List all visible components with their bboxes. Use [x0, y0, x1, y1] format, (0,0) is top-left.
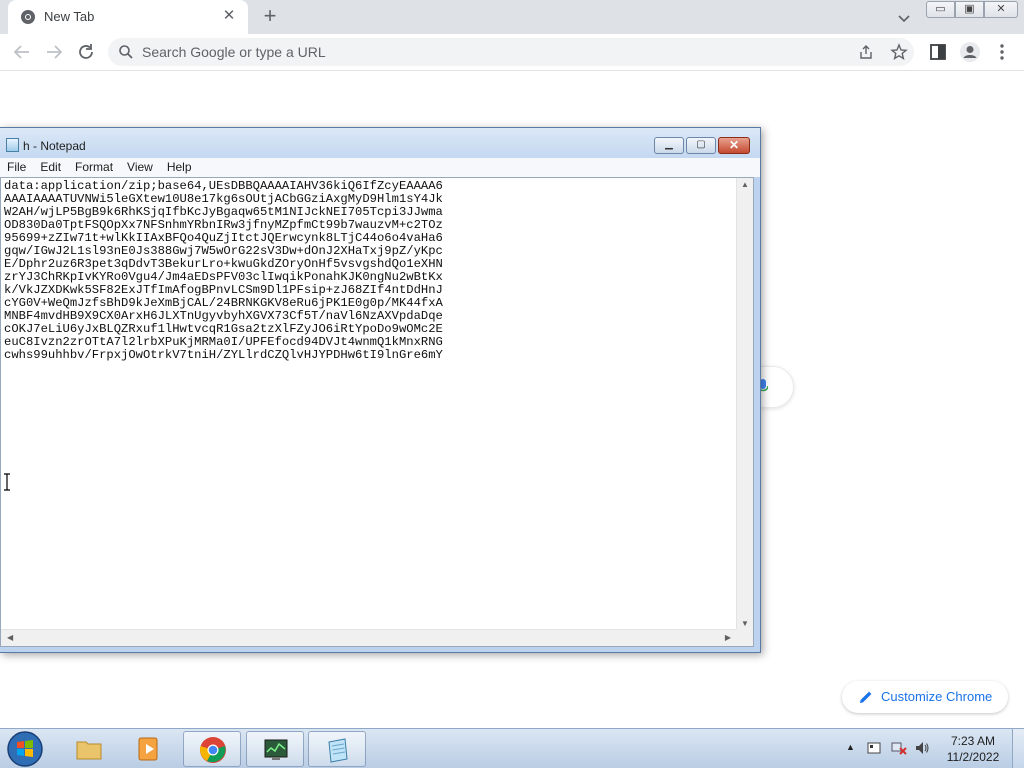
menu-edit[interactable]: Edit: [33, 158, 68, 177]
menu-help[interactable]: Help: [160, 158, 199, 177]
notepad-minimize-button[interactable]: ▁: [654, 137, 684, 154]
chrome-icon: [21, 10, 35, 24]
close-button[interactable]: ✕: [984, 1, 1018, 18]
taskbar-media-player[interactable]: [120, 731, 178, 767]
search-icon: [119, 45, 133, 59]
tab-strip: New Tab ✕ + ▭ ▣ ✕: [0, 0, 1024, 34]
more-menu-icon[interactable]: [990, 40, 1014, 64]
notepad-text-content[interactable]: data:application/zip;base64,UEsDBBQAAAAI…: [4, 180, 737, 628]
notepad-edit-area[interactable]: data:application/zip;base64,UEsDBBQAAAAI…: [0, 177, 754, 647]
profile-avatar-icon[interactable]: [958, 40, 982, 64]
clock-date: 11/2/2022: [946, 750, 1000, 764]
minimize-button[interactable]: ▭: [926, 1, 955, 18]
tab-close-icon[interactable]: ✕: [220, 7, 238, 25]
taskbar-clock[interactable]: 7:23 AM 11/2/2022: [940, 733, 1006, 765]
volume-icon[interactable]: [914, 740, 930, 756]
omnibox-input[interactable]: Search Google or type a URL: [142, 38, 326, 66]
tab-title: New Tab: [44, 9, 95, 24]
i-beam-cursor-icon: [4, 473, 10, 491]
browser-window-controls: ▭ ▣ ✕: [926, 1, 1018, 18]
customize-chrome-label: Customize Chrome: [881, 689, 993, 704]
menu-view[interactable]: View: [120, 158, 160, 177]
notepad-window: h - Notepad ▁ ▢ ✕ File Edit Format View …: [0, 127, 761, 653]
share-icon[interactable]: [858, 44, 874, 60]
notepad-icon: [6, 138, 19, 152]
taskbar-notepad[interactable]: [308, 731, 366, 767]
action-center-flag-icon[interactable]: [866, 740, 882, 756]
taskbar-explorer[interactable]: [60, 731, 118, 767]
task-manager-icon: [264, 739, 288, 760]
tray-expand-icon[interactable]: ▲: [846, 742, 855, 752]
scroll-down-icon[interactable]: ▼: [741, 619, 749, 628]
notepad-icon: [328, 738, 348, 763]
pencil-icon: [860, 691, 872, 703]
network-disconnected-icon[interactable]: [891, 740, 907, 756]
back-icon[interactable]: [10, 40, 34, 64]
scroll-up-icon[interactable]: ▲: [741, 180, 749, 189]
vertical-scrollbar[interactable]: ▲ ▼: [736, 178, 753, 630]
scroll-right-icon[interactable]: ▶: [725, 633, 731, 642]
bookmark-star-icon[interactable]: [890, 43, 908, 61]
media-player-icon: [138, 737, 158, 761]
chrome-icon: [200, 737, 226, 763]
notepad-titlebar[interactable]: h - Notepad ▁ ▢ ✕: [0, 128, 760, 158]
side-panel-icon[interactable]: [926, 40, 950, 64]
browser-toolbar: Search Google or type a URL: [0, 34, 1024, 71]
folder-icon: [76, 741, 102, 760]
restore-button[interactable]: ▣: [955, 1, 984, 18]
notepad-close-button[interactable]: ✕: [718, 137, 750, 154]
tab-new-tab[interactable]: New Tab ✕: [8, 0, 248, 34]
notepad-title: h - Notepad: [23, 139, 86, 153]
chevron-down-icon[interactable]: [893, 7, 915, 29]
clock-time: 7:23 AM: [950, 734, 996, 748]
notepad-menubar: File Edit Format View Help: [0, 158, 760, 177]
forward-icon[interactable]: [42, 40, 66, 64]
menu-file[interactable]: File: [0, 158, 33, 177]
horizontal-scrollbar[interactable]: ◀ ▶: [1, 629, 737, 646]
resize-grip-icon[interactable]: [736, 629, 753, 646]
show-desktop-button[interactable]: [1012, 729, 1024, 768]
scroll-left-icon[interactable]: ◀: [7, 633, 13, 642]
omnibox[interactable]: Search Google or type a URL: [108, 38, 914, 66]
new-tab-button[interactable]: +: [258, 5, 282, 29]
taskbar-task-manager[interactable]: [246, 731, 304, 767]
menu-format[interactable]: Format: [68, 158, 120, 177]
start-button-windows-icon[interactable]: [4, 730, 46, 768]
notepad-maximize-button[interactable]: ▢: [686, 137, 716, 154]
taskbar-chrome[interactable]: [183, 731, 241, 767]
customize-chrome-button[interactable]: Customize Chrome: [842, 681, 1008, 713]
reload-icon[interactable]: [74, 40, 98, 64]
notepad-window-controls: ▁ ▢ ✕: [654, 137, 750, 155]
taskbar: ▲ 7:23 AM 11/2/2022: [0, 728, 1024, 768]
